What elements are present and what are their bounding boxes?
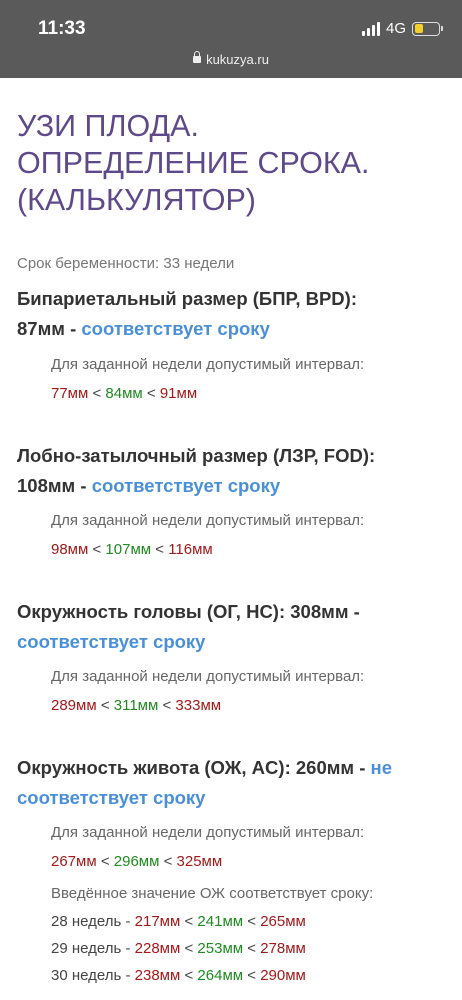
verdict: соответствует сроку	[17, 787, 206, 808]
interval-range: 289мм < 311мм < 333мм	[51, 697, 222, 714]
result-ac: Окружность живота (ОЖ, AC): 260мм - не с…	[17, 753, 445, 984]
result-fod: Лобно-затылочный размер (ЛЗР, FOD): 108м…	[17, 441, 445, 558]
address-bar[interactable]: kukuzya.ru	[0, 51, 462, 67]
status-icons: 4G	[361, 20, 443, 37]
page-title: УЗИ ПЛОДА. ОПРЕДЕЛЕНИЕ СРОКА. (КАЛЬКУЛЯТ…	[17, 109, 370, 217]
battery-icon	[412, 21, 443, 36]
signal-icon	[361, 21, 380, 36]
ac-match-label: Введённое значение ОЖ соответствует срок…	[51, 885, 374, 902]
interval-range: 98мм < 107мм < 116мм	[51, 541, 213, 558]
result-bpd: Бипариетальный размер (БПР, BPD): 87мм -…	[17, 284, 445, 402]
status-bar: 11:33 4G kukuzya.ru	[0, 0, 462, 78]
interval-label: Для заданной недели допустимый интервал:	[51, 824, 365, 841]
verdict: соответствует сроку	[81, 318, 270, 339]
result-hc: Окружность головы (ОГ, HC): 308мм - соот…	[17, 597, 445, 714]
ac-match-row: 30 недель - 238мм < 264мм < 290мм	[51, 967, 306, 984]
interval-range: 77мм < 84мм < 91мм	[51, 385, 198, 402]
pregnancy-term: Срок беременности: 33 недели	[17, 255, 235, 272]
interval-label: Для заданной недели допустимый интервал:	[51, 668, 365, 685]
clock: 11:33	[38, 18, 86, 39]
param-heading: Окружность головы (ОГ, HC): 308мм - соот…	[17, 601, 360, 652]
verdict: соответствует сроку	[91, 475, 281, 496]
ac-match-row: 28 недель - 217мм < 241мм < 265мм	[51, 913, 306, 930]
interval-label: Для заданной недели допустимый интервал:	[51, 512, 365, 529]
page-content: УЗИ ПЛОДА. ОПРЕДЕЛЕНИЕ СРОКА. (КАЛЬКУЛЯТ…	[0, 108, 462, 984]
interval-label: Для заданной недели допустимый интервал:	[51, 356, 365, 373]
param-heading: Окружность живота (ОЖ, AC): 260мм - не с…	[17, 757, 393, 808]
verdict: соответствует сроку	[17, 631, 206, 652]
param-heading: Лобно-затылочный размер (ЛЗР, FOD): 108м…	[17, 445, 376, 496]
url-text: kukuzya.ru	[206, 52, 269, 67]
interval-range: 267мм < 296мм < 325мм	[51, 853, 223, 870]
ac-match-row: 29 недель - 228мм < 253мм < 278мм	[51, 940, 306, 957]
param-heading: Бипариетальный размер (БПР, BPD): 87мм -…	[17, 288, 357, 339]
lock-icon	[193, 51, 202, 64]
network-type: 4G	[385, 20, 406, 37]
